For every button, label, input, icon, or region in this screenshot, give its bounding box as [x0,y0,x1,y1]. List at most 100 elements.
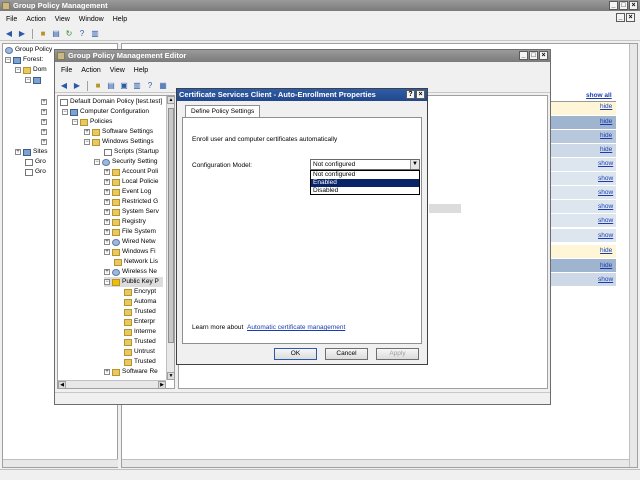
tree-sites[interactable]: + Sites [15,147,47,157]
ok-button[interactable]: OK [274,348,317,360]
tree-pk-child[interactable]: Trusted [124,357,156,367]
folder-up-icon[interactable]: ■ [93,81,103,91]
editor-tree-vertical-scrollbar[interactable]: ▲ ▼ [166,96,174,380]
back-icon[interactable]: ◀ [59,81,69,91]
tree-pk-child[interactable]: Enterpr [124,317,155,327]
toggle-link[interactable]: hide [600,132,612,139]
tree-expander-1[interactable]: + [41,97,49,107]
editor-menu-action[interactable]: Action [81,65,100,76]
expand-icon[interactable]: + [104,189,110,195]
expand-icon[interactable]: + [104,249,110,255]
tree-windows-settings[interactable]: − Windows Settings [84,137,154,147]
editor-menu-view[interactable]: View [110,65,125,76]
option-not-configured[interactable]: Not configured [311,171,419,179]
tree-pk-child[interactable]: Trusted [124,337,156,347]
filter-icon[interactable]: ▦ [158,81,168,91]
tree-windows-firewall[interactable]: + Windows Fi [104,247,156,257]
collapse-icon[interactable]: − [84,139,90,145]
toggle-link[interactable]: hide [600,146,612,153]
tree-software-settings[interactable]: + Software Settings [84,127,153,137]
expand-icon[interactable]: + [104,269,110,275]
minimize-button[interactable]: _ [609,1,618,10]
tree-security-settings[interactable]: − Security Setting [94,157,158,167]
editor-minimize-button[interactable]: _ [519,51,528,60]
dialog-close-button[interactable]: × [416,90,425,99]
scroll-up-arrow-icon[interactable]: ▲ [167,96,174,104]
automatic-certificate-management-link[interactable]: Automatic certificate management [247,324,345,331]
back-icon[interactable]: ◀ [4,29,14,39]
collapse-icon[interactable]: − [62,109,68,115]
toggle-link[interactable]: show [598,217,613,224]
toggle-link[interactable]: hide [600,103,612,110]
tree-expander-5[interactable]: + [41,137,49,147]
gpm-tree-horizontal-scrollbar[interactable] [3,459,118,467]
tree-scripts[interactable]: Scripts (Startup [104,147,159,157]
expand-icon[interactable]: + [41,139,47,145]
tree-registry[interactable]: + Registry [104,217,146,227]
details-horizontal-scrollbar[interactable] [122,459,629,467]
toggle-link[interactable]: show [598,175,613,182]
tree-pk-child[interactable]: Trusted [124,307,156,317]
tree-gpo-root[interactable]: Default Domain Policy [test.test] [60,97,162,107]
expand-icon[interactable]: + [104,369,110,375]
toggle-link[interactable]: show [598,160,613,167]
expand-icon[interactable]: + [104,219,110,225]
toggle-link[interactable]: show [598,276,613,283]
tree-local-policies[interactable]: + Local Policie [104,177,159,187]
properties-icon[interactable]: ▣ [119,81,129,91]
expand-icon[interactable]: + [41,129,47,135]
dialog-help-button[interactable]: ? [406,90,415,99]
configuration-model-select[interactable]: Not configured ▼ [310,159,420,170]
tree-forest[interactable]: − Forest: [5,55,43,65]
editor-menu-help[interactable]: Help [134,65,148,76]
tree-network-list[interactable]: Network Lis [114,257,158,267]
dialog-title-bar[interactable]: Certificate Services Client - Auto-Enrol… [177,89,427,101]
show-all-link[interactable]: show all [586,92,612,99]
editor-tree-horizontal-scrollbar[interactable]: ◀ ▶ [58,380,166,388]
tree-expander-4[interactable]: + [41,127,49,137]
tree-software-restriction[interactable]: + Software Re [104,367,158,377]
expand-icon[interactable]: + [41,99,47,105]
collapse-icon[interactable]: − [104,279,110,285]
expand-icon[interactable]: + [41,109,47,115]
tree-expander-2[interactable]: + [41,107,49,117]
forward-icon[interactable]: ▶ [17,29,27,39]
tree-root[interactable]: Group Policy [5,45,52,55]
editor-menu-file[interactable]: File [61,65,72,76]
console-icon[interactable]: ▥ [90,29,100,39]
collapse-icon[interactable]: − [72,119,78,125]
expand-icon[interactable]: + [104,179,110,185]
help-icon[interactable]: ? [145,81,155,91]
menu-help[interactable]: Help [113,14,127,25]
apply-button[interactable]: Apply [376,348,419,360]
expand-icon[interactable]: + [41,119,47,125]
tab-define-policy-settings[interactable]: Define Policy Settings [185,105,261,117]
editor-title-bar[interactable]: Group Policy Management Editor _ □ × [55,50,550,62]
tree-domains[interactable]: − Dom [15,65,47,75]
help-icon[interactable]: ? [77,29,87,39]
tree-wireless-network[interactable]: + Wireless Ne [104,267,157,277]
tree-restricted-groups[interactable]: + Restricted G [104,197,158,207]
scroll-right-arrow-icon[interactable]: ▶ [158,381,166,388]
tree-domain-child[interactable]: − [25,75,43,85]
tree-account-policies[interactable]: + Account Poli [104,167,158,177]
scroll-down-arrow-icon[interactable]: ▼ [167,372,174,380]
refresh-icon[interactable]: ↻ [64,29,74,39]
gpm-title-bar[interactable]: Group Policy Management _ □ × [0,0,640,11]
tree-pk-child[interactable]: Interme [124,327,156,337]
collapse-icon[interactable]: − [5,57,11,63]
tree-policies[interactable]: − Policies [72,117,112,127]
forward-icon[interactable]: ▶ [72,81,82,91]
scroll-left-arrow-icon[interactable]: ◀ [58,381,66,388]
toggle-link[interactable]: hide [600,262,612,269]
toggle-link[interactable]: show [598,189,613,196]
cancel-button[interactable]: Cancel [325,348,368,360]
expand-icon[interactable]: + [104,169,110,175]
export-icon[interactable]: ▥ [132,81,142,91]
close-button[interactable]: × [629,1,638,10]
tree-pk-child[interactable]: Automa [124,297,156,307]
collapse-icon[interactable]: − [25,77,31,83]
expand-icon[interactable]: + [104,199,110,205]
menu-action[interactable]: Action [26,14,45,25]
child-close-button[interactable]: × [626,13,635,22]
